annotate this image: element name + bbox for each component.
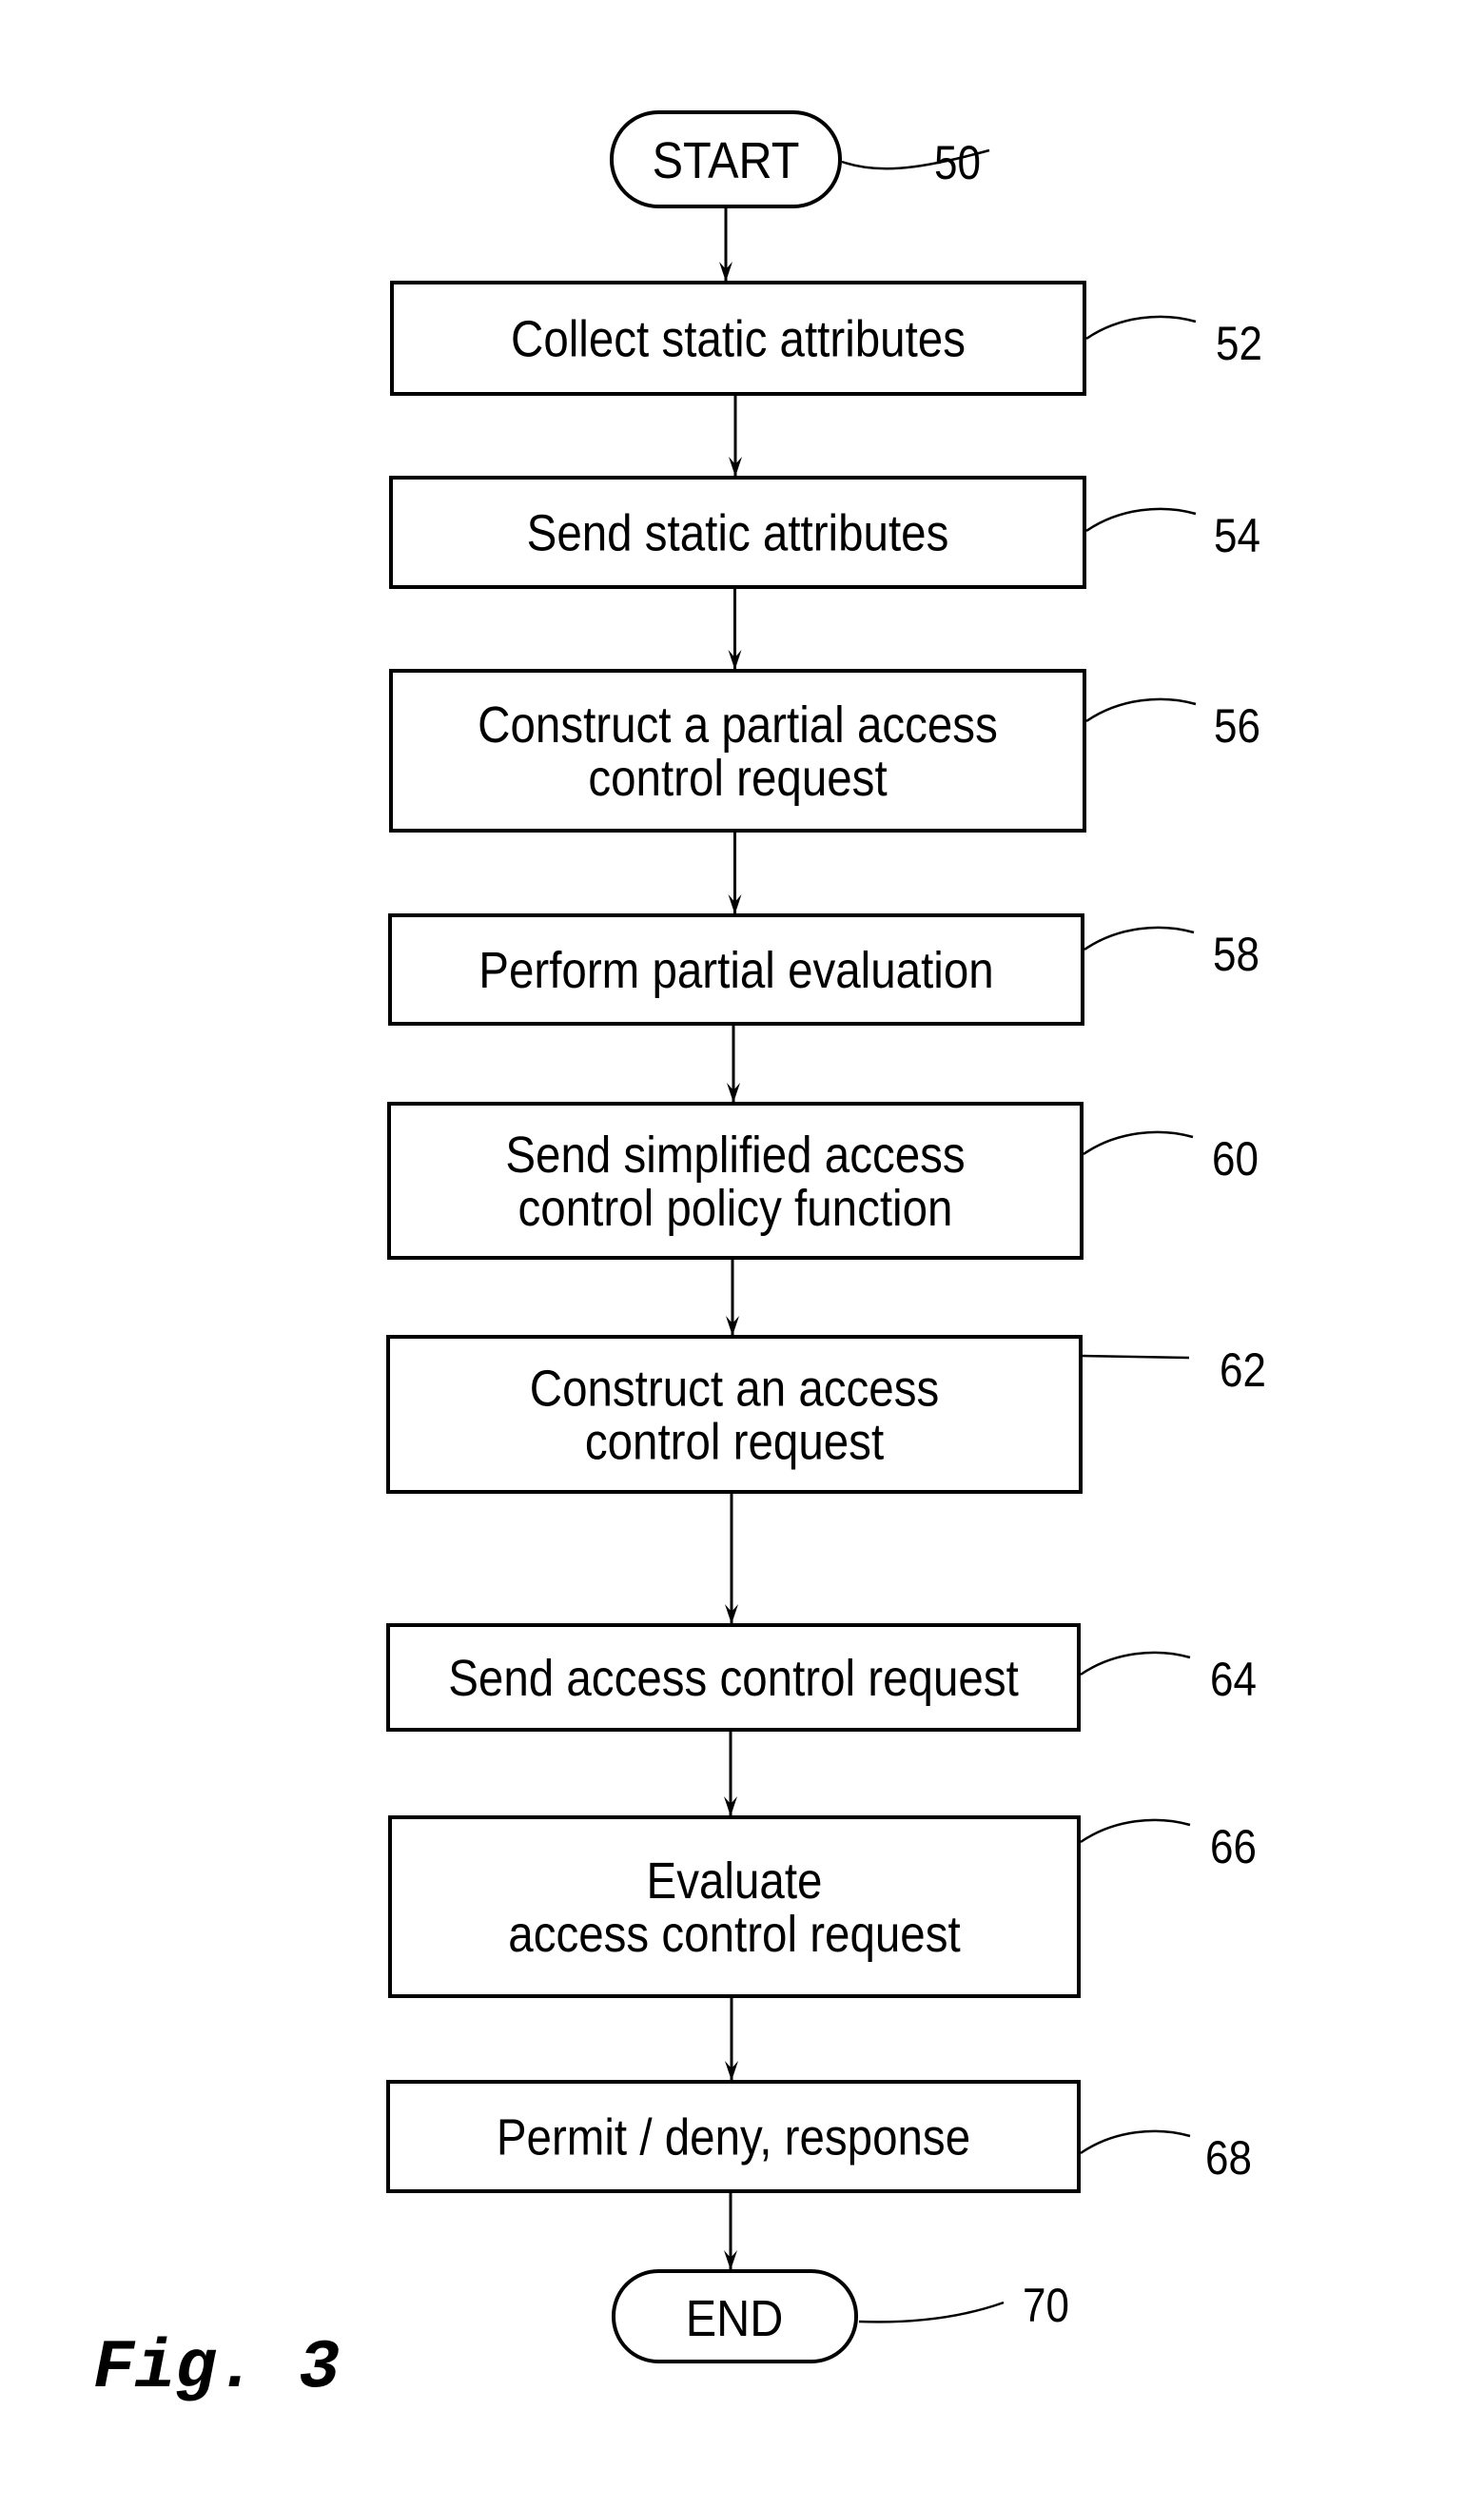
step-label-line: Send access control request bbox=[448, 1649, 1019, 1707]
figure-caption: Fig. 3 bbox=[93, 2329, 340, 2407]
end-leader-line bbox=[858, 2301, 1005, 2323]
step-56: Construct a partial accesscontrol reques… bbox=[389, 669, 1260, 833]
start-terminal: START 50 bbox=[610, 110, 990, 208]
step-64: Send access control request 64 bbox=[386, 1623, 1257, 1732]
step-66: Evaluateaccess control request 66 bbox=[388, 1815, 1257, 1998]
step-58: Perform partial evaluation 58 bbox=[388, 913, 1259, 1026]
step-label-line: Send static attributes bbox=[527, 504, 949, 562]
leader-line bbox=[1085, 697, 1197, 723]
step-label-line: Permit / deny, response bbox=[497, 2108, 970, 2166]
leader-line bbox=[1080, 2129, 1191, 2155]
ref-number: 68 bbox=[1205, 2130, 1252, 2184]
leader-line bbox=[1085, 315, 1197, 341]
ref-number: 58 bbox=[1213, 927, 1259, 980]
leader-line bbox=[1084, 926, 1195, 951]
step-label-line: control request bbox=[585, 1413, 884, 1471]
ref-number: 60 bbox=[1212, 1131, 1259, 1185]
ref-number: 66 bbox=[1210, 1819, 1257, 1872]
step-label-line: Construct a partial access bbox=[478, 696, 998, 754]
ref-number: 64 bbox=[1210, 1652, 1257, 1705]
end-label: END bbox=[686, 2289, 784, 2347]
step-label-line: Send simplified access bbox=[505, 1126, 965, 1184]
flowchart: START 50 Collect static attributes 52 Send… bbox=[93, 110, 1266, 2407]
step-label-line: control request bbox=[588, 749, 887, 807]
leader-line bbox=[1080, 1651, 1191, 1676]
step-label-line: Perform partial evaluation bbox=[478, 941, 993, 999]
step-label-line: Construct an access bbox=[530, 1360, 939, 1418]
leader-line bbox=[1085, 507, 1197, 533]
step-54: Send static attributes 54 bbox=[389, 476, 1260, 589]
step-52: Collect static attributes 52 bbox=[390, 281, 1262, 396]
end-terminal: END 70 bbox=[612, 2269, 1069, 2363]
leader-line bbox=[1080, 1818, 1191, 1844]
step-label-line: control policy function bbox=[518, 1179, 953, 1237]
start-label: START bbox=[653, 131, 800, 189]
start-ref-number: 50 bbox=[934, 135, 981, 188]
ref-number: 56 bbox=[1214, 698, 1260, 752]
step-label-line: access control request bbox=[508, 1905, 960, 1963]
process-steps: Collect static attributes 52 Send static a… bbox=[386, 281, 1266, 2193]
step-label-line: Collect static attributes bbox=[511, 310, 966, 368]
step-60: Send simplified accesscontrol policy fun… bbox=[387, 1102, 1259, 1260]
step-62: Construct an accesscontrol request 62 bbox=[386, 1335, 1266, 1494]
step-68: Permit / deny, response 68 bbox=[386, 2080, 1252, 2193]
leader-line bbox=[1082, 1354, 1190, 1360]
ref-number: 52 bbox=[1216, 316, 1262, 369]
ref-number: 62 bbox=[1220, 1343, 1266, 1396]
ref-number: 54 bbox=[1214, 508, 1260, 561]
step-label-line: Evaluate bbox=[647, 1852, 823, 1910]
leader-line bbox=[1083, 1130, 1194, 1156]
end-ref-number: 70 bbox=[1023, 2278, 1069, 2331]
